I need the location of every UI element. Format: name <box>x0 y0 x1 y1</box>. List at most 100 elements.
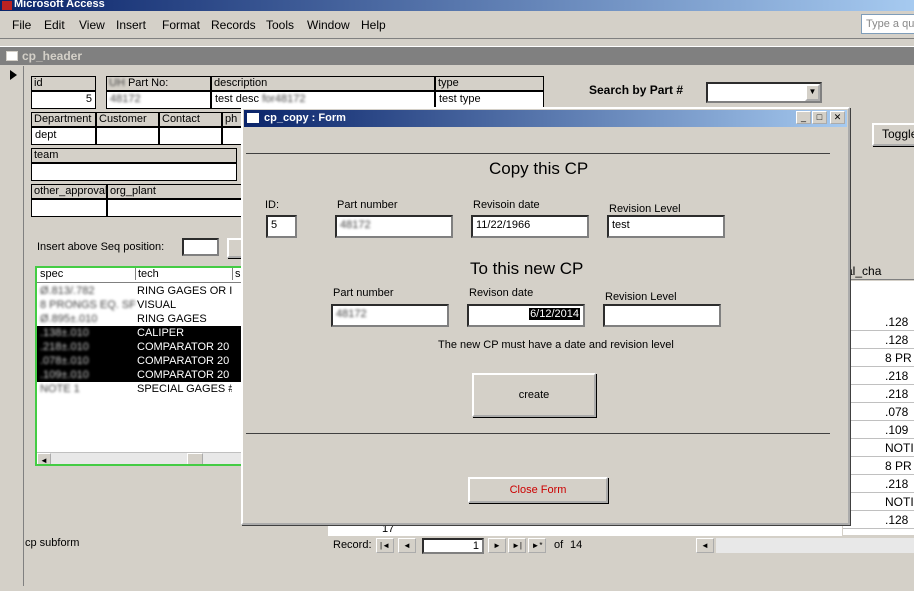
menu-tools[interactable]: Tools <box>266 18 294 32</box>
cell-spec[interactable]: .109±.010 <box>40 368 135 382</box>
subform-row[interactable]: .109±.010 COMPARATOR 20 <box>37 368 243 382</box>
subform-row[interactable]: .218±.010 COMPARATOR 20 <box>37 340 243 354</box>
grid-cell[interactable]: 8 PR <box>843 349 914 367</box>
minimize-icon[interactable]: _ <box>796 111 811 124</box>
field-customer[interactable] <box>96 127 159 145</box>
menu-window[interactable]: Window <box>307 18 350 32</box>
new-level-field[interactable] <box>603 304 721 327</box>
copy-part-field[interactable]: 48172 <box>335 215 453 238</box>
cell-spec[interactable]: .078±.010 <box>40 354 135 368</box>
copy-date-field[interactable]: 11/22/1966 <box>471 215 589 238</box>
cell-tech[interactable]: COMPARATOR 20 <box>135 354 232 368</box>
right-grid[interactable]: .128.128 8 PR .218.218.078.109 NOTI 8 PR .218… <box>843 281 914 535</box>
cell-tech[interactable]: CALIPER <box>135 326 232 340</box>
cell-tech[interactable]: COMPARATOR 20 <box>135 340 232 354</box>
subform-row[interactable]: .078±.010 COMPARATOR 20 <box>37 354 243 368</box>
maximize-icon[interactable]: □ <box>812 111 827 124</box>
field-other-approval[interactable] <box>31 199 107 217</box>
cell-tech[interactable]: RING GAGES OR I <box>135 284 232 298</box>
main-hscrollbar[interactable] <box>716 538 914 553</box>
field-part-no[interactable]: 48172 <box>106 91 211 109</box>
cell-spec[interactable]: Ø.895±.010 <box>40 312 135 326</box>
grid-cell[interactable]: .218 <box>843 475 914 493</box>
cell-spec[interactable]: NOTE 1 <box>40 382 135 396</box>
menu-file[interactable]: File <box>12 18 31 32</box>
cell-spec[interactable]: .138±.010 <box>40 326 135 340</box>
toggle-button[interactable]: Toggle <box>872 123 914 146</box>
grid-cell[interactable]: .128 <box>843 331 914 349</box>
search-part-combo[interactable]: ▼ <box>706 82 822 103</box>
new-part-field[interactable]: 48172 <box>331 304 449 327</box>
cell-spec[interactable]: 8 PRONGS EQ. SP <box>40 298 135 312</box>
cell-tech[interactable]: COMPARATOR 20 <box>135 368 232 382</box>
grid-cell[interactable]: 8 PR <box>843 457 914 475</box>
record-selector[interactable] <box>4 66 24 586</box>
close-form-button[interactable]: Close Form <box>468 477 608 503</box>
menu-records[interactable]: Records <box>211 18 256 32</box>
dialog-form-icon <box>247 113 259 123</box>
field-phone[interactable] <box>222 127 242 145</box>
dialog-note: The new CP must have a date and revision… <box>438 339 674 351</box>
menu-edit[interactable]: Edit <box>44 18 65 32</box>
scroll-left-icon[interactable]: ◄ <box>37 453 51 464</box>
subform-row[interactable]: Ø.813/.782 RING GAGES OR I <box>37 284 243 298</box>
cell-tech[interactable]: SPECIAL GAGES # <box>135 382 232 396</box>
heading-copy: Copy this CP <box>489 159 589 178</box>
access-key-icon <box>2 1 12 10</box>
grid-cell[interactable]: .218 <box>843 385 914 403</box>
insert-seq-input[interactable] <box>182 238 219 256</box>
record-navigation: Record: |◄ ◄ 1 ► ►| ►* of 14 ◄ <box>328 537 914 555</box>
grid-cell[interactable]: .128 <box>843 313 914 331</box>
cell-tech[interactable]: RING GAGES <box>135 312 232 326</box>
grid-cell[interactable]: .128 <box>843 511 914 529</box>
field-department[interactable]: dept <box>31 127 96 145</box>
field-contact[interactable] <box>159 127 222 145</box>
label-copy-level: Revision Level <box>609 203 681 215</box>
close-icon[interactable]: ✕ <box>830 111 845 124</box>
col-tech[interactable]: tech <box>135 268 232 280</box>
col-spec[interactable]: spec <box>40 268 135 280</box>
next-record-icon[interactable]: ► <box>488 538 506 553</box>
right-grid-header[interactable]: al_cha <box>843 262 914 280</box>
subform-label: cp subform <box>25 537 80 549</box>
subform-row[interactable]: Ø.895±.010 RING GAGES <box>37 312 243 326</box>
new-date-field[interactable]: 6/12/2014 <box>467 304 585 327</box>
subform-row[interactable]: .138±.010 CALIPER <box>37 326 243 340</box>
grid-cell[interactable]: .109 <box>843 421 914 439</box>
grid-cell[interactable]: NOTI <box>843 493 914 511</box>
menu-format[interactable]: Format <box>162 18 200 32</box>
record-number-input[interactable]: 1 <box>422 538 484 554</box>
cp-subform[interactable]: spec tech si Ø.813/.782 RING GAGES OR I8 … <box>35 266 245 466</box>
subform-row[interactable]: NOTE 1 SPECIAL GAGES # <box>37 382 243 396</box>
copy-id-field[interactable]: 5 <box>266 215 297 238</box>
field-org-plant[interactable] <box>107 199 242 217</box>
label-department: Department <box>31 112 96 127</box>
scroll-thumb[interactable] <box>187 453 203 464</box>
subform-hscrollbar[interactable]: ◄ <box>37 452 243 464</box>
chevron-down-icon[interactable]: ▼ <box>805 84 820 101</box>
help-search-input[interactable]: Type a question for help <box>861 14 914 34</box>
app-title: Microsoft Access <box>14 0 105 10</box>
menu-insert[interactable]: Insert <box>116 18 146 32</box>
last-record-icon[interactable]: ►| <box>508 538 526 553</box>
menu-view[interactable]: View <box>79 18 105 32</box>
first-record-icon[interactable]: |◄ <box>376 538 394 553</box>
copy-level-field[interactable]: test <box>607 215 725 238</box>
cell-tech[interactable]: VISUAL <box>135 298 232 312</box>
grid-cell[interactable]: .078 <box>843 403 914 421</box>
new-record-icon[interactable]: ►* <box>528 538 546 553</box>
label-phone: ph <box>222 112 242 127</box>
dialog-title: cp_copy : Form <box>264 112 346 124</box>
cell-spec[interactable]: .218±.010 <box>40 340 135 354</box>
create-button[interactable]: create <box>472 373 596 417</box>
grid-cell[interactable]: .218 <box>843 367 914 385</box>
hscroll-left-icon[interactable]: ◄ <box>696 538 714 553</box>
cell-spec[interactable]: Ø.813/.782 <box>40 284 135 298</box>
field-team[interactable] <box>31 163 237 181</box>
prev-record-icon[interactable]: ◄ <box>398 538 416 553</box>
menu-help[interactable]: Help <box>361 18 386 32</box>
field-id[interactable]: 5 <box>31 91 96 109</box>
grid-cell[interactable]: NOTI <box>843 439 914 457</box>
label-copy-date: Revisoin date <box>473 199 540 211</box>
subform-row[interactable]: 8 PRONGS EQ. SP VISUAL <box>37 298 243 312</box>
